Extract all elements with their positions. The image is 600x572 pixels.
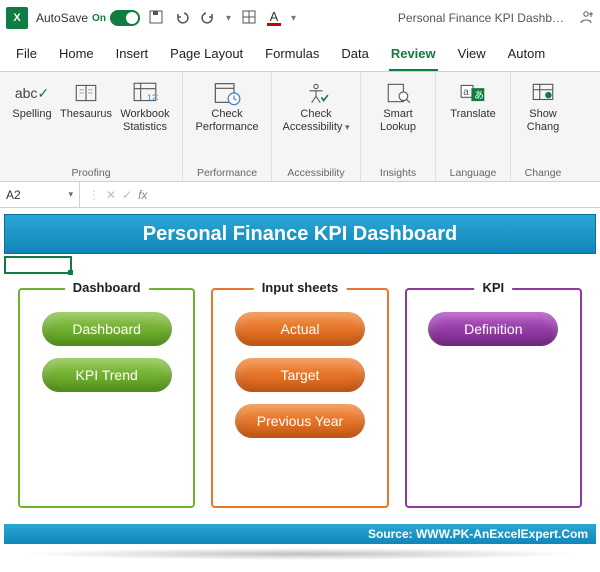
toggle-switch-icon[interactable] [110, 10, 140, 26]
tab-view[interactable]: View [456, 40, 488, 71]
autosave-label: AutoSave [36, 11, 88, 25]
pill-previous-year[interactable]: Previous Year [235, 404, 365, 438]
check-performance-icon [213, 80, 241, 106]
redo-icon[interactable] [200, 9, 216, 28]
font-color-icon[interactable]: A [267, 10, 281, 26]
worksheet-area[interactable]: Personal Finance KPI Dashboard Dashboard… [0, 208, 600, 564]
undo-icon[interactable] [174, 9, 190, 28]
cancel-icon[interactable]: ✕ [106, 188, 116, 202]
enter-icon[interactable]: ✓ [122, 188, 132, 202]
smart-lookup-button[interactable]: Smart Lookup [367, 76, 429, 133]
quick-access-toolbar: ▾ A ▾ [148, 9, 296, 28]
title-bar: X AutoSave On ▾ A ▾ Personal Finance KPI… [0, 0, 600, 36]
selected-cell-indicator[interactable] [4, 256, 72, 274]
group-label-insights: Insights [367, 165, 429, 179]
shadow-decoration [20, 548, 580, 560]
svg-text:123: 123 [147, 93, 158, 103]
svg-text:あ: あ [474, 89, 484, 101]
share-icon[interactable] [578, 9, 594, 28]
name-box-dropdown-icon[interactable]: ▾ [68, 189, 73, 200]
formula-input[interactable] [155, 182, 600, 207]
svg-text:a: a [463, 87, 469, 98]
group-performance: Check Performance Performance [183, 72, 272, 181]
workbook-stats-button[interactable]: 123 Workbook Statistics [114, 76, 176, 133]
show-changes-icon [529, 80, 557, 106]
card-title-kpi: KPI [474, 280, 512, 295]
thesaurus-button[interactable]: Thesaurus [60, 76, 112, 121]
pill-kpi-trend[interactable]: KPI Trend [42, 358, 172, 392]
autosave-state: On [92, 13, 106, 24]
accessibility-icon [302, 80, 330, 106]
tab-home[interactable]: Home [57, 40, 96, 71]
pill-definition[interactable]: Definition [428, 312, 558, 346]
name-box[interactable]: A2 ▾ [0, 182, 80, 207]
group-insights: Smart Lookup Insights [361, 72, 436, 181]
excel-logo-icon: X [6, 7, 28, 29]
source-footer: Source: WWW.PK-AnExcelExpert.Com [4, 524, 596, 544]
fx-icon[interactable]: fx [138, 188, 147, 202]
group-label-performance: Performance [189, 165, 265, 179]
formula-bar: A2 ▾ ⋮ ✕ ✓ fx [0, 182, 600, 208]
tab-review[interactable]: Review [389, 40, 438, 71]
card-title-dashboard: Dashboard [65, 280, 149, 295]
tab-data[interactable]: Data [339, 40, 370, 71]
group-label-proofing: Proofing [6, 165, 176, 179]
tab-automate[interactable]: Autom [506, 40, 548, 71]
tab-formulas[interactable]: Formulas [263, 40, 321, 71]
fx-controls: ⋮ ✕ ✓ fx [80, 188, 155, 202]
group-label-accessibility: Accessibility [278, 165, 354, 179]
borders-icon[interactable] [241, 9, 257, 28]
qat-more-icon[interactable]: ▾ [291, 13, 296, 24]
card-title-input: Input sheets [254, 280, 347, 295]
spelling-button[interactable]: abc✓ Spelling [6, 76, 58, 121]
autosave-toggle[interactable]: AutoSave On [36, 10, 140, 26]
thesaurus-icon [72, 80, 100, 106]
group-proofing: abc✓ Spelling Thesaurus 123 Workbook Sta… [0, 72, 183, 181]
tab-file[interactable]: File [14, 40, 39, 71]
tab-page-layout[interactable]: Page Layout [168, 40, 245, 71]
card-dashboard: Dashboard Dashboard KPI Trend [18, 288, 195, 508]
group-label-changes: Change [517, 165, 569, 179]
save-icon[interactable] [148, 9, 164, 28]
translate-button[interactable]: aあ Translate [442, 76, 504, 121]
pill-target[interactable]: Target [235, 358, 365, 392]
group-changes: Show Chang Change [511, 72, 575, 181]
tab-insert[interactable]: Insert [114, 40, 151, 71]
card-input-sheets: Input sheets Actual Target Previous Year [211, 288, 388, 508]
show-changes-button[interactable]: Show Chang [517, 76, 569, 133]
pill-dashboard[interactable]: Dashboard [42, 312, 172, 346]
qat-dropdown-icon[interactable]: ▾ [226, 13, 231, 24]
translate-icon: aあ [459, 80, 487, 106]
group-language: aあ Translate Language [436, 72, 511, 181]
check-performance-button[interactable]: Check Performance [189, 76, 265, 133]
spelling-icon: abc✓ [18, 80, 46, 106]
pill-actual[interactable]: Actual [235, 312, 365, 346]
card-kpi: KPI Definition [405, 288, 582, 508]
group-accessibility: Check Accessibility Accessibility [272, 72, 361, 181]
document-title: Personal Finance KPI Dashb… [398, 11, 564, 25]
name-box-value: A2 [6, 188, 21, 202]
smart-lookup-icon [384, 80, 412, 106]
ribbon: abc✓ Spelling Thesaurus 123 Workbook Sta… [0, 72, 600, 182]
ribbon-tabs: File Home Insert Page Layout Formulas Da… [0, 36, 600, 72]
cards-row: Dashboard Dashboard KPI Trend Input shee… [0, 258, 600, 518]
workbook-stats-icon: 123 [131, 80, 159, 106]
group-label-language: Language [442, 165, 504, 179]
dashboard-title-banner: Personal Finance KPI Dashboard [4, 214, 596, 254]
check-accessibility-button[interactable]: Check Accessibility [278, 76, 354, 133]
